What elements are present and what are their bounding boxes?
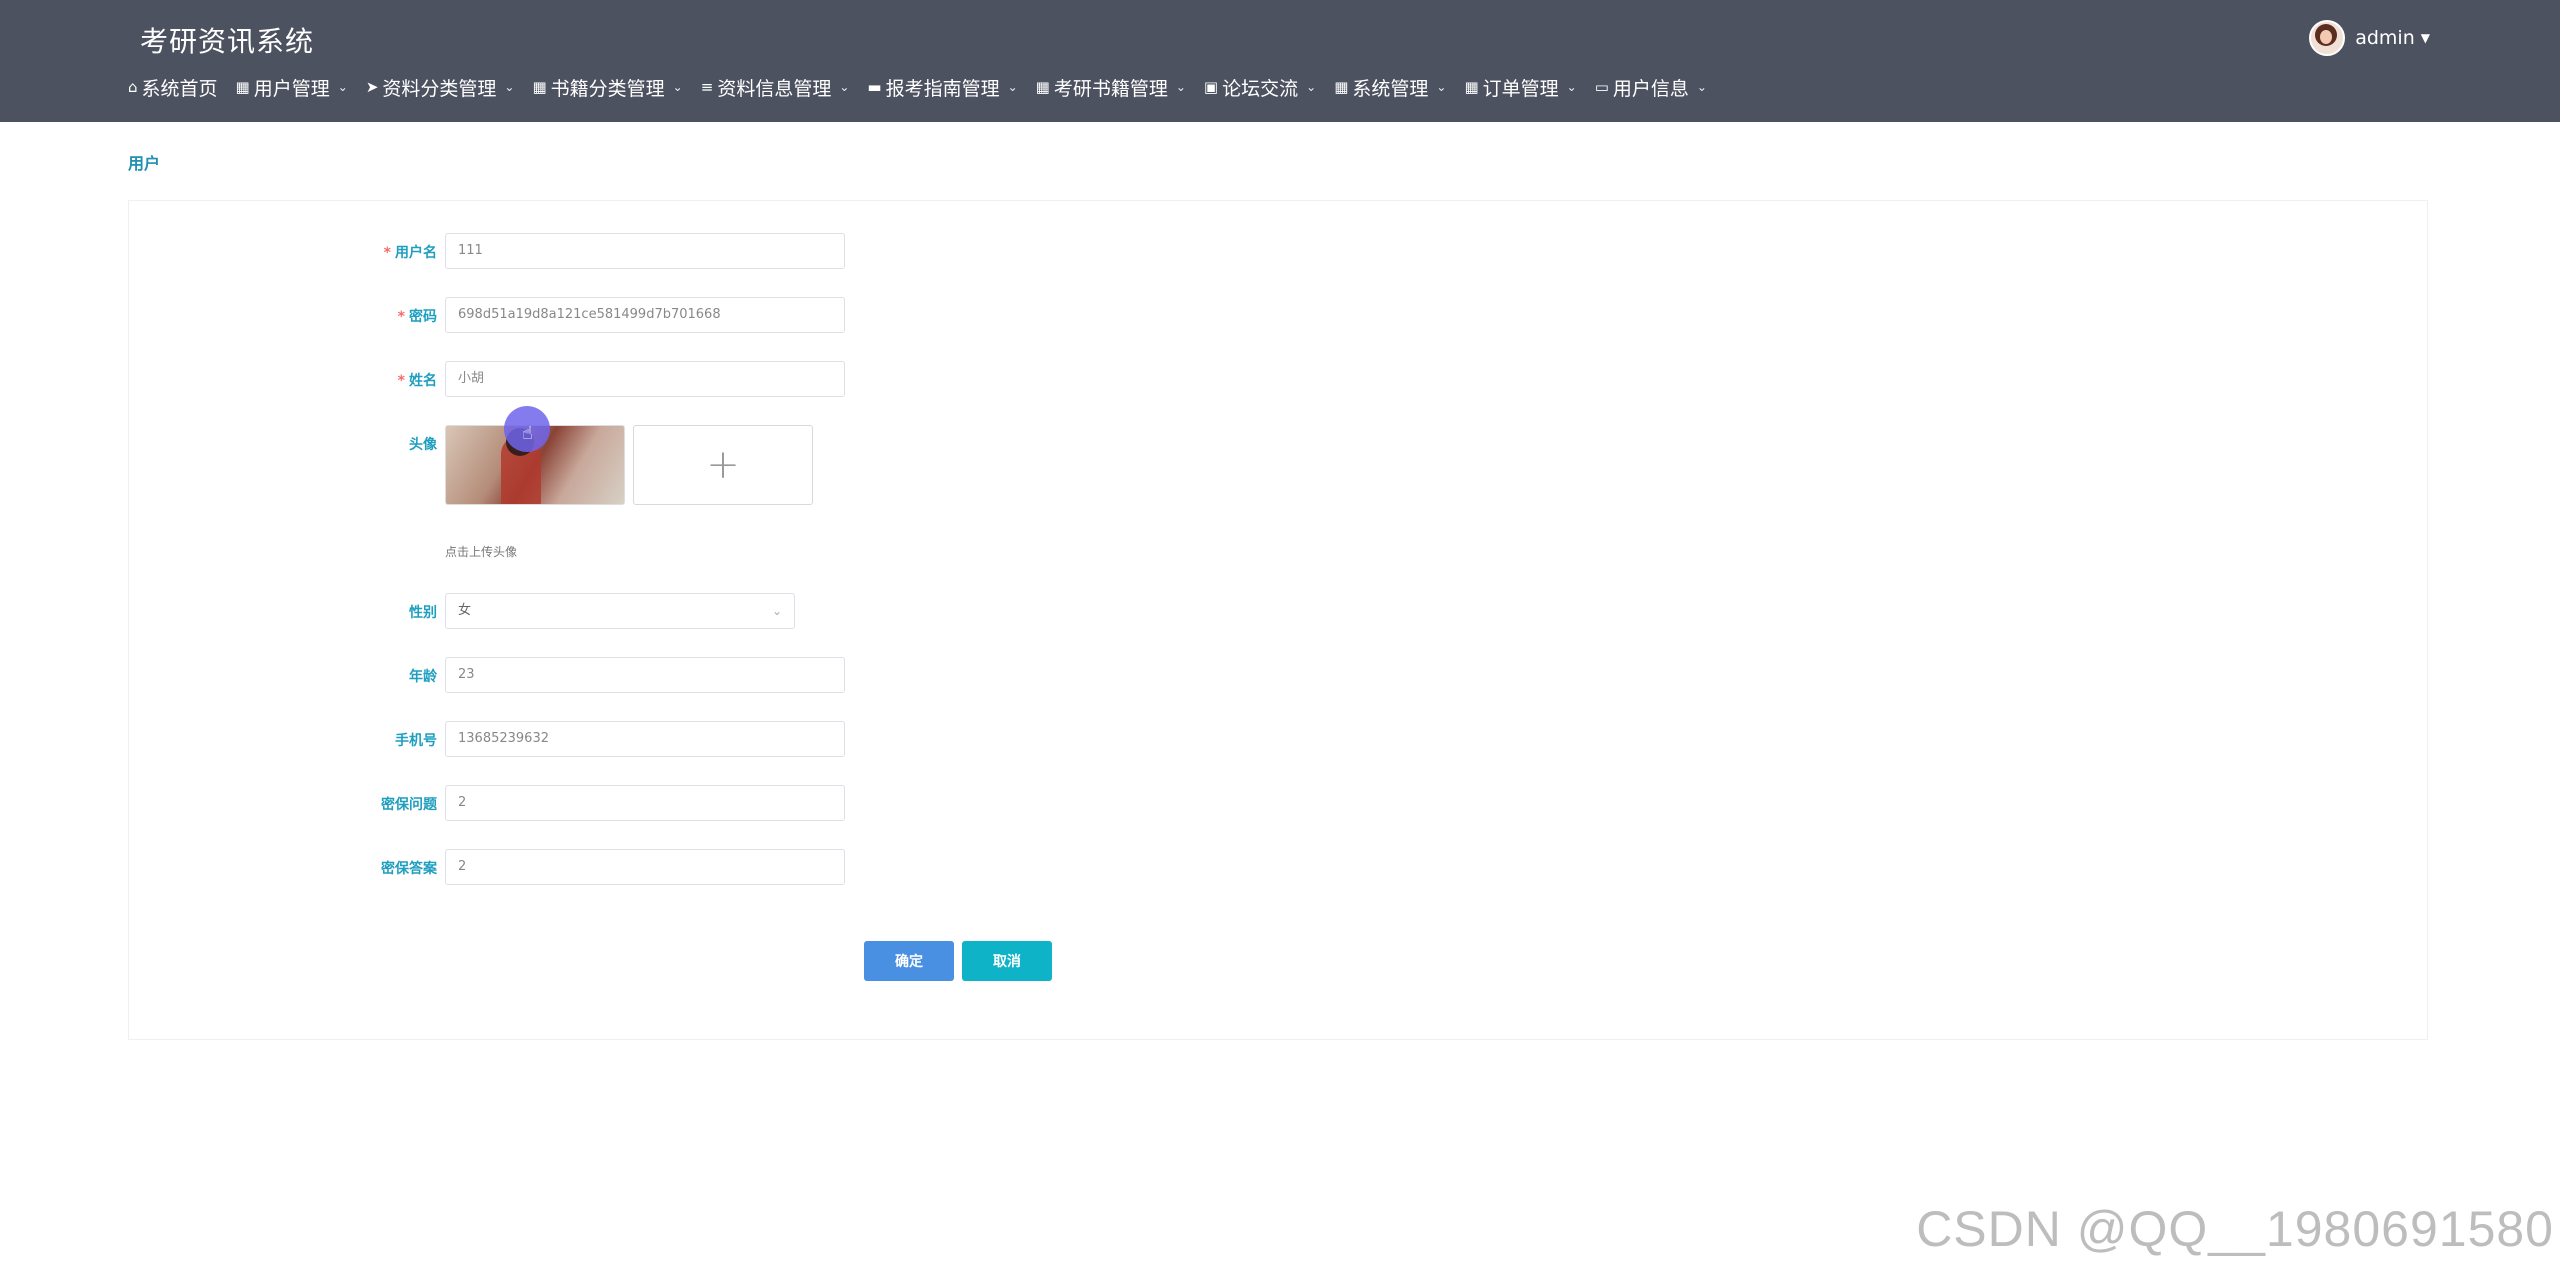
nav-item-system-management[interactable]: ▦ 系统管理 ⌄ (1334, 74, 1446, 101)
home-icon: ⌂ (128, 77, 138, 96)
nav-item-user-management[interactable]: ▦ 用户管理 ⌄ (236, 74, 348, 101)
security-answer-input[interactable]: 2 (445, 849, 845, 885)
chevron-down-icon: ⌄ (1696, 80, 1707, 94)
nav-label: 用户管理 (253, 77, 330, 100)
gender-select[interactable]: 女 ⌄ (445, 593, 795, 629)
required-mark: * (397, 309, 405, 325)
nav-label: 报考指南管理 (885, 77, 1000, 100)
grid-icon: ▦ (235, 77, 250, 96)
grid-icon: ▦ (1464, 77, 1479, 96)
nav-item-material-info[interactable]: ≡ 资料信息管理 ⌄ (701, 74, 850, 101)
form-row-password: * 密码 698d51a19d8a121ce581499d7b701668 (129, 297, 2427, 337)
nav-label: 论坛交流 (1222, 77, 1299, 100)
grid-icon: ▦ (532, 77, 547, 96)
username-input[interactable]: 111 (445, 233, 845, 269)
breadcrumb: 用户 (128, 154, 161, 173)
chevron-down-icon: ⌄ (1436, 80, 1447, 94)
nav-label: 用户信息 (1612, 77, 1689, 100)
avatar-label: 头像 (409, 437, 437, 453)
form-row-security-question: 密保问题 2 (129, 785, 2427, 825)
password-input[interactable]: 698d51a19d8a121ce581499d7b701668 (445, 297, 845, 333)
form-actions: 确定 取消 (129, 941, 2427, 981)
card-icon: ▭ (1594, 77, 1609, 96)
nav-item-book-category[interactable]: ▦ 书籍分类管理 ⌄ (532, 74, 682, 101)
nav-item-exam-books[interactable]: ▦ 考研书籍管理 ⌄ (1036, 74, 1186, 101)
nav-label: 资料分类管理 (382, 77, 497, 100)
chevron-down-icon: ⌄ (1007, 80, 1018, 94)
required-mark: * (397, 373, 405, 389)
nav-label: 系统管理 (1352, 77, 1429, 100)
security-question-input[interactable]: 2 (445, 785, 845, 821)
nav-item-forum[interactable]: ▣ 论坛交流 ⌄ (1204, 74, 1316, 101)
paper-plane-icon: ➤ (365, 77, 379, 96)
nav-label: 资料信息管理 (717, 77, 832, 100)
form-row-avatar: 头像 + (129, 425, 2427, 505)
confirm-button[interactable]: 确定 (864, 941, 954, 981)
sliders-icon: ≡ (700, 77, 714, 96)
form-row-gender: 性别 女 ⌄ (129, 593, 2427, 633)
chevron-down-icon: ⌄ (1566, 80, 1577, 94)
nav-item-home[interactable]: ⌂ 系统首页 (128, 74, 218, 101)
user-form-panel: * 用户名 111 * 密码 698d51a19d8a121ce581499d7b7… (128, 200, 2428, 1040)
grid-icon: ▦ (1334, 77, 1349, 96)
watermark: CSDN @QQ__1980691580 (1916, 1201, 2554, 1257)
grid-icon: ▦ (1035, 77, 1050, 96)
avatar-upload-hint: 点击上传头像 (445, 545, 518, 559)
chevron-down-icon: ⌄ (1175, 80, 1186, 94)
phone-label: 手机号 (395, 733, 437, 749)
chevron-down-icon: ⌄ (672, 80, 683, 94)
username-label: * 用户名 (383, 245, 437, 261)
nav-item-material-category[interactable]: ➤ 资料分类管理 ⌄ (366, 74, 515, 101)
nav-label: 系统首页 (141, 77, 218, 100)
form-row-security-answer: 密保答案 2 (129, 849, 2427, 889)
chat-icon: ▣ (1203, 77, 1219, 96)
top-navbar: 考研资讯系统 admin ▼ ⌂ 系统首页 ▦ 用户管理 ⌄ ➤ 资料分类管理 … (0, 0, 2560, 122)
user-avatar (2309, 20, 2346, 56)
nav-label: 考研书籍管理 (1053, 77, 1168, 100)
chevron-down-icon: ⌄ (839, 80, 850, 94)
form-row-username: * 用户名 111 (129, 233, 2427, 273)
chevron-down-icon: ⌄ (1306, 80, 1317, 94)
cancel-button[interactable]: 取消 (962, 941, 1052, 981)
nav-item-exam-guide[interactable]: ▬ 报考指南管理 ⌄ (867, 74, 1017, 101)
user-menu[interactable]: admin ▼ (2309, 20, 2430, 56)
name-input[interactable]: 小胡 (445, 361, 845, 397)
phone-input[interactable]: 13685239632 (445, 721, 845, 757)
nav-item-user-info[interactable]: ▭ 用户信息 ⌄ (1595, 74, 1707, 101)
security-question-label: 密保问题 (381, 797, 437, 813)
main-nav: ⌂ 系统首页 ▦ 用户管理 ⌄ ➤ 资料分类管理 ⌄ ▦ 书籍分类管理 ⌄ ≡ … (128, 70, 1725, 104)
app-title: 考研资讯系统 (140, 25, 315, 58)
chevron-down-icon: ⌄ (337, 80, 348, 94)
chevron-down-icon: ⌄ (504, 80, 515, 94)
form-row-name: * 姓名 小胡 (129, 361, 2427, 401)
security-answer-label: 密保答案 (381, 861, 437, 877)
nav-item-order-management[interactable]: ▦ 订单管理 ⌄ (1464, 74, 1576, 101)
form-row-age: 年龄 23 (129, 657, 2427, 697)
required-mark: * (383, 245, 391, 261)
name-label: * 姓名 (397, 373, 437, 389)
form-row-phone: 手机号 13685239632 (129, 721, 2427, 761)
gender-select-value: 女 (458, 603, 472, 618)
form-row-avatar-hint: 点击上传头像 (129, 543, 2427, 563)
caret-down-icon: ▼ (2420, 31, 2430, 45)
book-icon: ▬ (867, 77, 882, 96)
user-name: admin (2355, 27, 2415, 49)
age-input[interactable]: 23 (445, 657, 845, 693)
gender-label: 性别 (409, 605, 437, 621)
upload-add-button[interactable]: + (633, 425, 813, 505)
password-label: * 密码 (397, 309, 437, 325)
hand-pointer-icon: ☝ (522, 423, 533, 444)
nav-label: 书籍分类管理 (550, 77, 665, 100)
nav-label: 订单管理 (1482, 77, 1559, 100)
chevron-down-icon: ⌄ (771, 604, 782, 618)
age-label: 年龄 (409, 669, 437, 685)
